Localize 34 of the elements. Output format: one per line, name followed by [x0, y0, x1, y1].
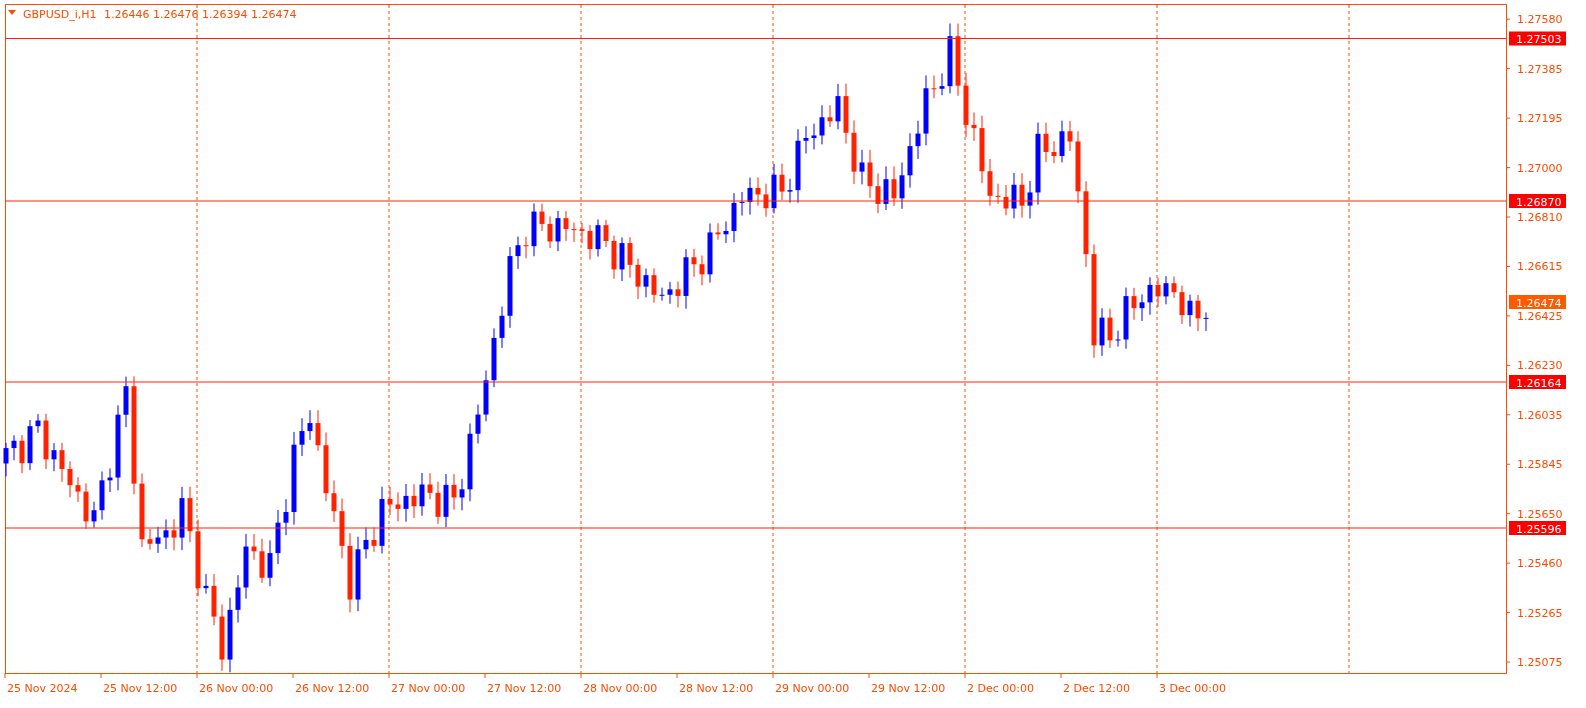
price-axis-label: 1.25075: [1517, 656, 1563, 670]
time-axis-label: 26 Nov 12:00: [295, 682, 370, 695]
ohlc-values: 1.26446 1.26476 1.26394 1.26474: [104, 8, 297, 21]
time-axis-label: 28 Nov 00:00: [583, 682, 658, 695]
symbol-label: GBPUSD_i,H1: [23, 8, 97, 21]
time-axis-label: 29 Nov 12:00: [871, 682, 946, 695]
time-axis-label: 28 Nov 12:00: [679, 682, 754, 695]
price-axis-label: 1.26230: [1517, 359, 1563, 373]
time-axis-label: 26 Nov 00:00: [199, 682, 274, 695]
time-axis-label: 25 Nov 12:00: [103, 682, 178, 695]
price-axis-label: 1.26810: [1517, 211, 1563, 224]
time-axis-label: 27 Nov 12:00: [487, 682, 562, 695]
dropdown-triangle-icon[interactable]: [8, 10, 16, 15]
price-axis-label: 1.26615: [1517, 260, 1563, 274]
time-axis-label: 25 Nov 2024: [7, 682, 78, 695]
price-tag: 1.26870: [1509, 194, 1566, 209]
price-axis-label: 1.25460: [1517, 557, 1563, 571]
price-axis-label: 1.25650: [1517, 507, 1563, 521]
price-axis-label: 1.27385: [1517, 62, 1563, 76]
time-axis-label: 2 Dec 12:00: [1063, 682, 1130, 695]
price-axis-label: 1.25265: [1517, 606, 1563, 620]
price-axis-label: 1.26035: [1517, 408, 1563, 422]
time-axis-label: 2 Dec 00:00: [967, 682, 1034, 695]
price-axis-label: 1.26425: [1517, 309, 1563, 323]
time-axis-label: 3 Dec 00:00: [1159, 682, 1226, 695]
price-axis-label: 1.25845: [1517, 458, 1563, 472]
time-axis-label: 29 Nov 00:00: [775, 682, 850, 695]
price-tag: 1.25596: [1509, 521, 1566, 536]
price-tag: 1.26164: [1509, 375, 1566, 390]
time-axis-label: 27 Nov 00:00: [391, 682, 466, 695]
price-tag: 1.26474: [1509, 295, 1566, 310]
price-axis-label: 1.27195: [1517, 112, 1563, 126]
price-axis-label: 1.27000: [1517, 161, 1563, 175]
price-axis-label: 1.27580: [1517, 13, 1563, 27]
